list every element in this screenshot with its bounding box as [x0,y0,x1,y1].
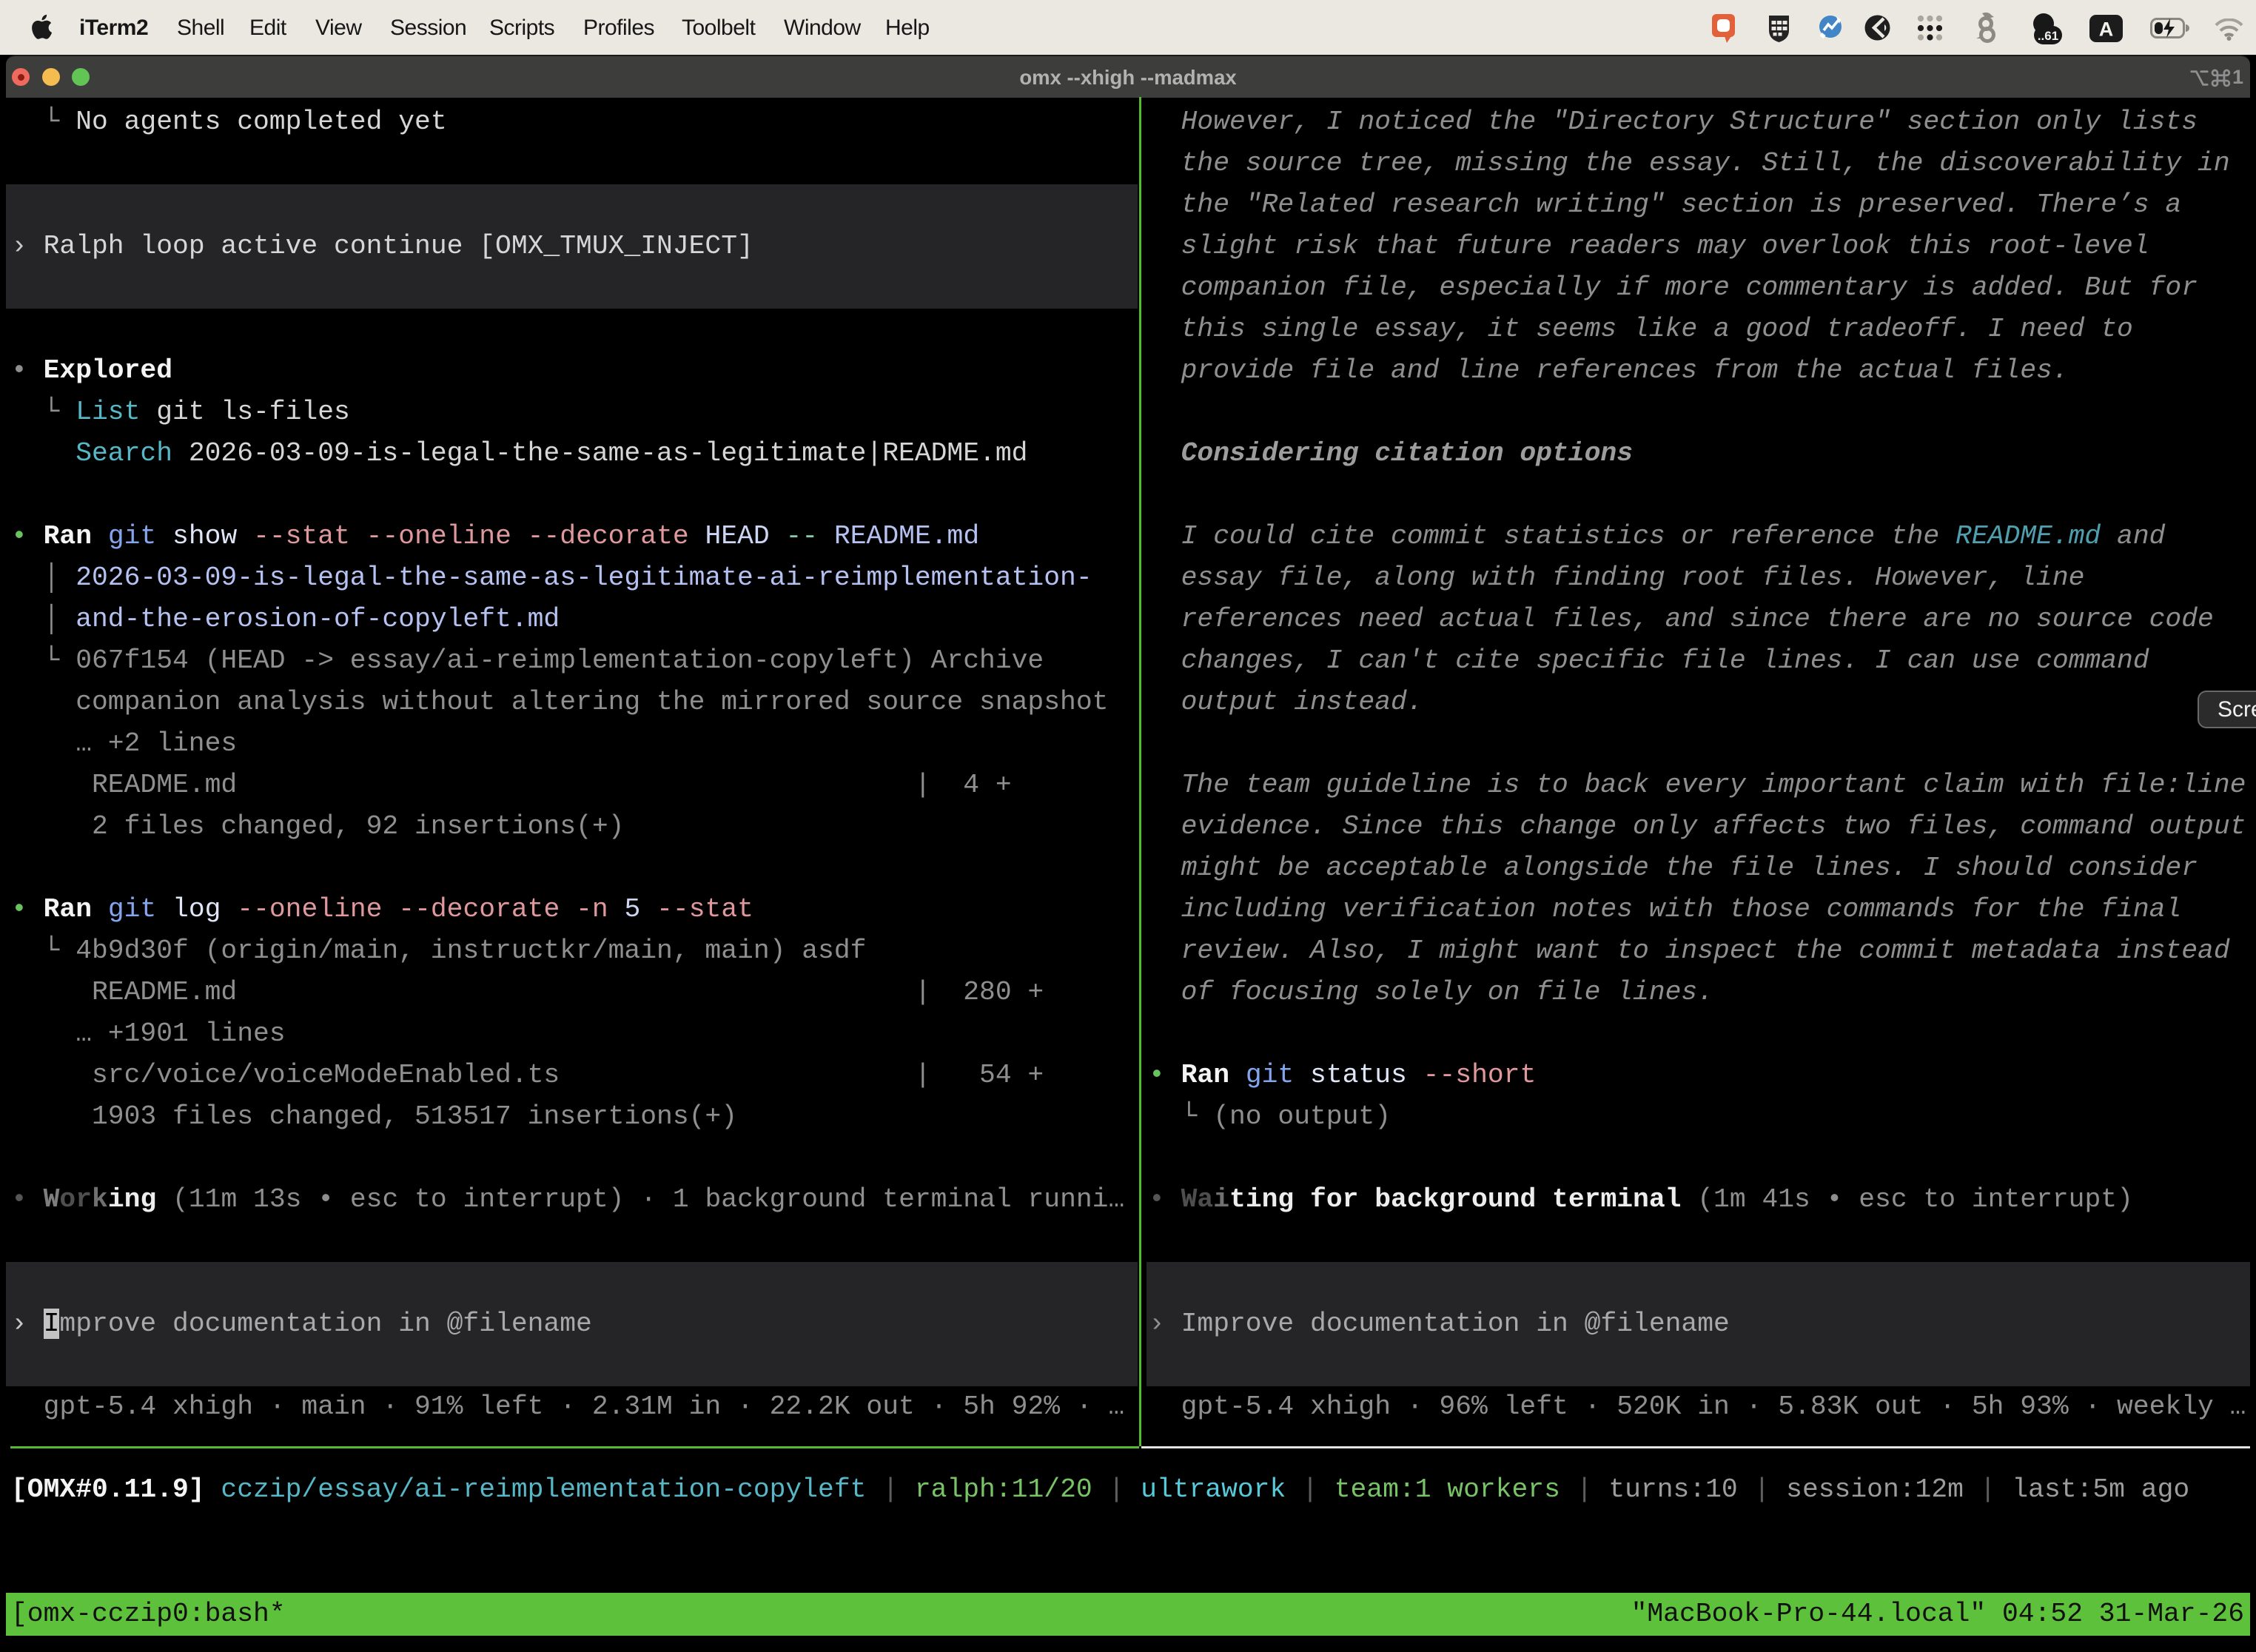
svg-text:A: A [2099,19,2114,41]
svg-text:..61: ..61 [2038,29,2058,43]
